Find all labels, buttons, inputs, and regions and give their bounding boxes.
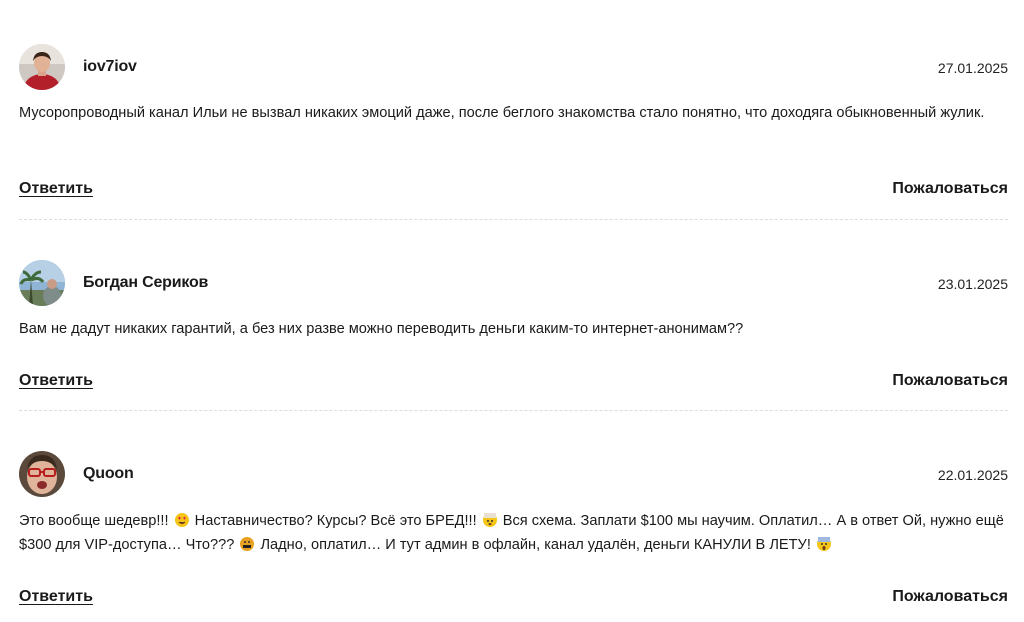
report-link[interactable]: Пожаловаться [892,588,1008,606]
comment-date: 23.01.2025 [937,276,1008,292]
comment-divider [19,219,1008,220]
reply-link[interactable]: Ответить [19,180,93,198]
reply-link[interactable]: Ответить [19,588,93,606]
report-link[interactable]: Пожаловаться [892,372,1008,390]
comment-text-part: Ладно, оплатил… И тут админ в офлайн, ка… [260,537,811,553]
comment-text: Вам не дадут никаких гарантий, а без них… [19,321,744,337]
avatar[interactable] [19,451,65,497]
exploding-head-icon [482,513,497,527]
comment-header: Quoon 22.01.2025 [19,451,1008,499]
comments-list: iov7iov 27.01.2025 Мусоропроводный канал… [0,0,1024,622]
comment-actions: Ответить Пожаловаться [19,588,1008,610]
avatar[interactable] [19,44,65,90]
comment-date: 27.01.2025 [937,60,1008,76]
author-name[interactable]: iov7iov [83,58,137,76]
smiling-face-with-heart-eyes-icon [174,513,189,527]
report-link[interactable]: Пожаловаться [892,180,1008,198]
face-with-symbols-on-mouth-icon [240,537,255,551]
avatar[interactable] [19,260,65,306]
comment-actions: Ответить Пожаловаться [19,372,1008,394]
author-name[interactable]: Богдан Сериков [83,274,208,292]
comment-date: 22.01.2025 [937,467,1008,483]
comment-text-part: Наставничество? Курсы? Всё это БРЕД!!! [194,513,477,529]
comment-divider [19,410,1008,411]
face-screaming-in-fear-icon [816,537,831,551]
reply-link[interactable]: Ответить [19,372,93,390]
comment-text: Мусоропроводный канал Ильи не вызвал ник… [19,105,985,121]
comment-header: iov7iov 27.01.2025 [19,44,1008,92]
comment-item: Богдан Сериков 23.01.2025 Вам не дадут н… [19,260,1008,389]
comment-text: Это вообще шедевр!!! Наставничество? Кур… [19,509,1008,557]
comment-header: Богдан Сериков 23.01.2025 [19,260,1008,308]
comment-actions: Ответить Пожаловаться [19,180,1008,202]
author-name[interactable]: Quoon [83,465,134,483]
comment-text-part: Это вообще шедевр!!! [19,513,169,529]
comment-item: Quoon 22.01.2025 Это вообще шедевр!!! На… [19,451,1008,605]
comment-item: iov7iov 27.01.2025 Мусоропроводный канал… [19,44,1008,197]
